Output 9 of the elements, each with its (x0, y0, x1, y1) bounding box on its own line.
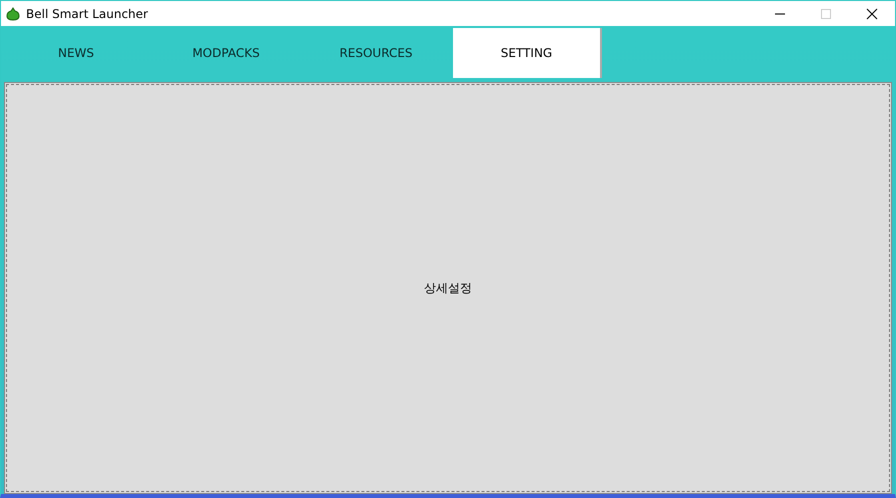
window-title: Bell Smart Launcher (26, 6, 148, 20)
tab[interactable]: MODPACKS (151, 28, 301, 78)
detail-settings-button[interactable]: 상세설정 (4, 82, 892, 494)
tab[interactable]: SETTING (453, 28, 602, 78)
tab[interactable]: NEWS (1, 28, 151, 78)
app-icon (6, 6, 20, 20)
tab[interactable]: RESOURCES (301, 28, 451, 78)
maximize-icon (820, 8, 832, 20)
close-icon (866, 8, 878, 20)
